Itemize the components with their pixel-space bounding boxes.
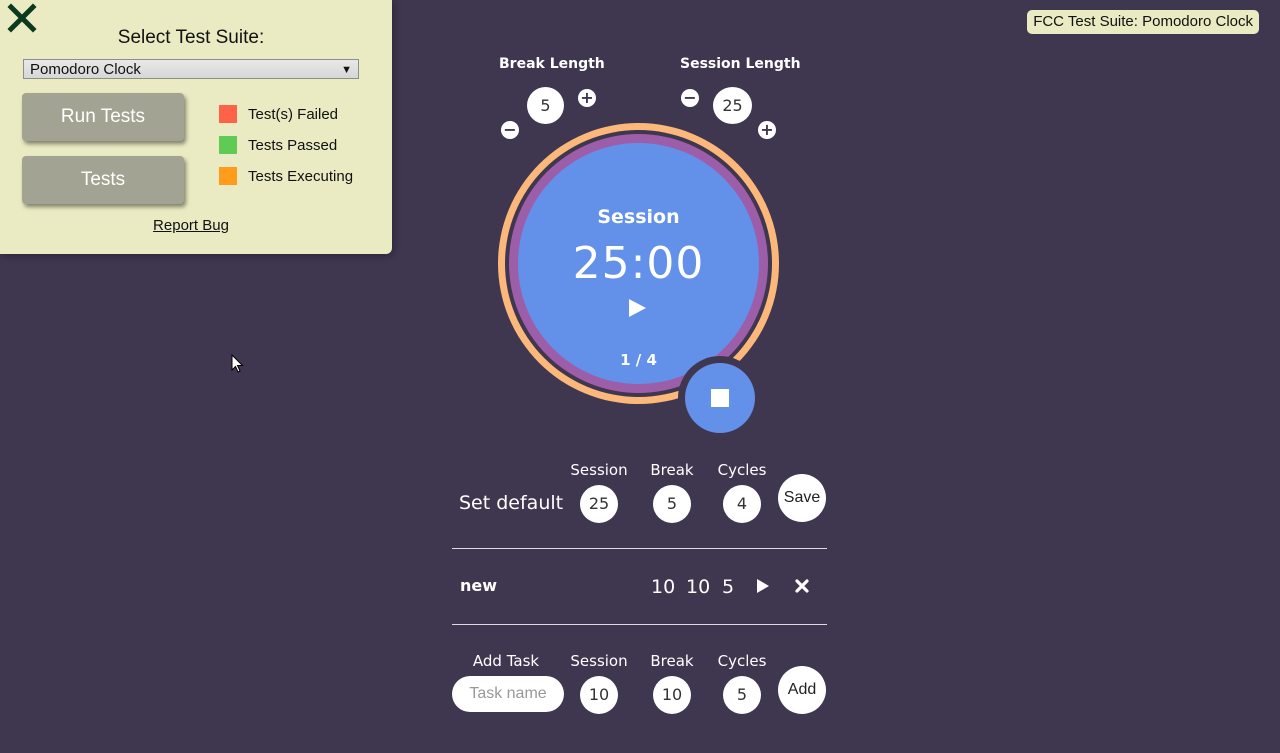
stop-icon bbox=[711, 389, 729, 407]
legend-failed-label: Test(s) Failed bbox=[248, 106, 339, 123]
divider bbox=[452, 548, 827, 549]
task-name-input[interactable]: Task name bbox=[452, 676, 564, 712]
task-play-icon[interactable] bbox=[756, 578, 770, 594]
session-length-label: Session Length bbox=[680, 56, 801, 72]
add-session-input[interactable]: 10 bbox=[580, 676, 618, 714]
task-session: 10 bbox=[651, 576, 676, 598]
suite-select-value: Pomodoro Clock bbox=[30, 61, 141, 78]
task-delete-icon[interactable] bbox=[795, 579, 809, 593]
chevron-down-icon: ▼ bbox=[341, 64, 352, 76]
break-length-label: Break Length bbox=[499, 56, 605, 72]
timer-label: Session bbox=[597, 206, 680, 228]
task-name: new bbox=[460, 576, 498, 595]
task-cycles: 5 bbox=[722, 576, 735, 598]
divider bbox=[452, 624, 827, 625]
executing-swatch bbox=[219, 167, 237, 185]
default-break-input[interactable]: 5 bbox=[653, 485, 691, 523]
suite-badge[interactable]: FCC Test Suite: Pomodoro Clock bbox=[1027, 10, 1259, 34]
add-break-head: Break bbox=[650, 652, 694, 670]
add-session-head: Session bbox=[570, 652, 628, 670]
play-icon[interactable] bbox=[627, 298, 647, 318]
default-break-head: Break bbox=[650, 461, 694, 479]
default-session-head: Session bbox=[570, 461, 628, 479]
default-session-input[interactable]: 25 bbox=[580, 485, 618, 523]
session-decrement-button[interactable]: − bbox=[681, 89, 699, 107]
report-bug-link[interactable]: Report Bug bbox=[0, 217, 382, 234]
break-decrement-button[interactable]: − bbox=[501, 121, 519, 139]
suite-select[interactable]: Pomodoro Clock ▼ bbox=[23, 59, 359, 79]
passed-swatch bbox=[219, 136, 237, 154]
legend-executing: Tests Executing bbox=[219, 167, 353, 187]
legend-passed: Tests Passed bbox=[219, 136, 337, 156]
legend-passed-label: Tests Passed bbox=[248, 137, 338, 154]
run-tests-button[interactable]: Run Tests bbox=[22, 93, 184, 141]
legend-failed: Test(s) Failed bbox=[219, 105, 338, 125]
add-cycles-input[interactable]: 5 bbox=[723, 676, 761, 714]
add-break-input[interactable]: 10 bbox=[653, 676, 691, 714]
default-cycles-head: Cycles bbox=[717, 461, 767, 479]
fcc-test-panel: Select Test Suite: Pomodoro Clock ▼ Run … bbox=[0, 0, 392, 254]
set-default-title: Set default bbox=[459, 492, 564, 514]
time-left: 25:00 bbox=[572, 238, 705, 289]
legend-executing-label: Tests Executing bbox=[248, 168, 354, 185]
failed-swatch bbox=[219, 105, 237, 123]
task-break: 10 bbox=[686, 576, 711, 598]
break-increment-button[interactable]: + bbox=[578, 89, 596, 107]
session-length-value: 25 bbox=[713, 87, 752, 124]
select-suite-title: Select Test Suite: bbox=[117, 27, 265, 48]
tests-button[interactable]: Tests bbox=[22, 156, 184, 204]
add-task-title: Add Task bbox=[472, 652, 540, 670]
add-button[interactable]: Add bbox=[778, 666, 826, 714]
add-cycles-head: Cycles bbox=[717, 652, 767, 670]
session-increment-button[interactable]: + bbox=[758, 121, 776, 139]
default-cycles-input[interactable]: 4 bbox=[723, 485, 761, 523]
stop-button[interactable] bbox=[685, 363, 755, 433]
break-length-value: 5 bbox=[527, 87, 564, 124]
mouse-cursor-icon bbox=[231, 354, 244, 373]
save-button[interactable]: Save bbox=[778, 474, 826, 522]
